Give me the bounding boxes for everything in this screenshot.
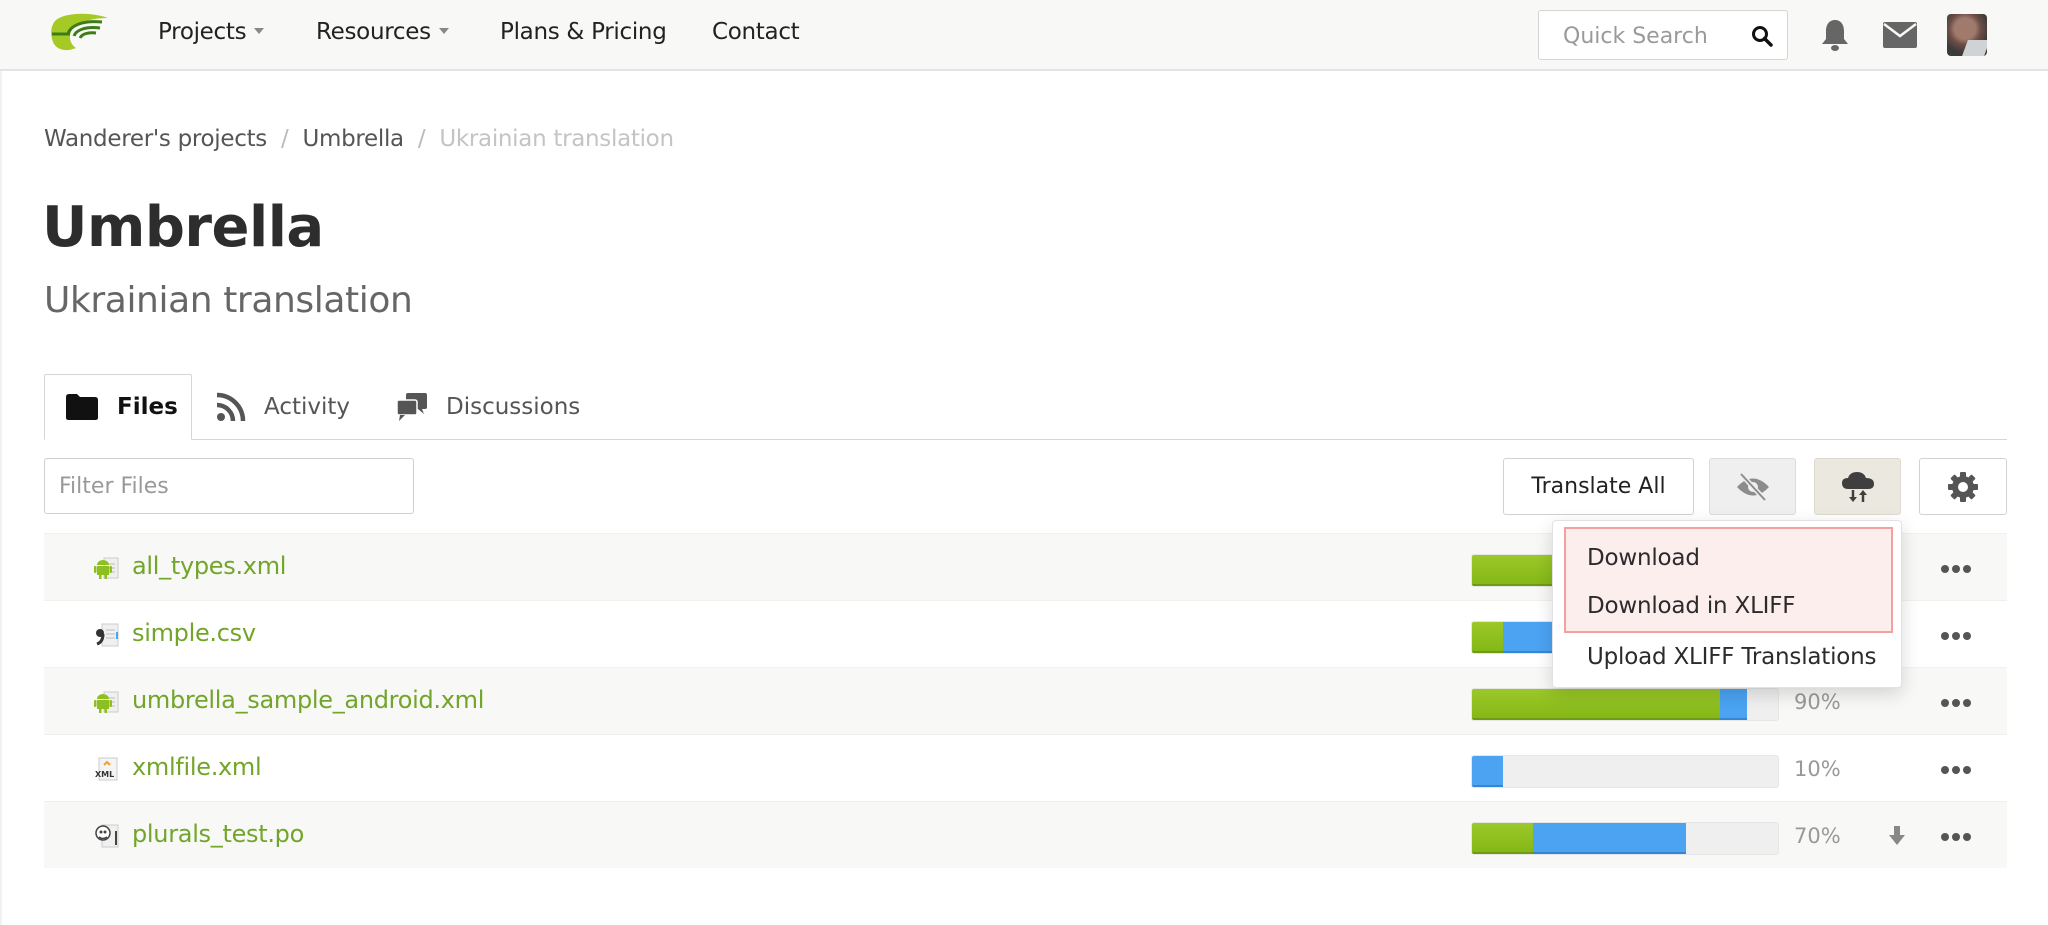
menu-item-download-xliff[interactable]: Download in XLIFF	[1587, 593, 1796, 619]
approved-progress	[1472, 823, 1534, 854]
translation-progress-bar	[1471, 755, 1779, 788]
mail-icon[interactable]	[1883, 22, 1917, 48]
file-row: plurals_test.po 70%	[44, 801, 2007, 868]
file-name-link[interactable]: all_types.xml	[132, 552, 286, 580]
translated-progress	[1533, 823, 1687, 854]
gear-icon	[1948, 471, 1978, 502]
csv-file-icon	[94, 622, 120, 648]
file-row: XML xmlfile.xml 10%	[44, 734, 2007, 801]
breadcrumb: Wanderer's projects / Umbrella / Ukrainian t…	[44, 126, 674, 152]
android-file-icon	[94, 689, 120, 715]
page-title: Umbrella	[42, 195, 324, 260]
page-edge	[0, 71, 2, 925]
progress-percent: 90%	[1794, 690, 1841, 714]
more-options-icon[interactable]	[1941, 632, 1971, 640]
tab-discussions[interactable]: Discussions	[396, 374, 580, 440]
folder-icon	[66, 394, 98, 420]
crowdin-logo[interactable]	[48, 12, 110, 56]
menu-item-download[interactable]: Download	[1587, 545, 1700, 571]
breadcrumb-separator: /	[280, 126, 289, 152]
breadcrumb-separator: /	[417, 126, 426, 152]
translation-progress-bar	[1471, 822, 1779, 855]
nav-contact[interactable]: Contact	[712, 19, 800, 45]
quick-search	[1538, 10, 1788, 60]
page-subtitle: Ukrainian translation	[44, 280, 413, 321]
nav-resources-label: Resources	[316, 19, 431, 45]
cloud-upload-download-icon	[1841, 471, 1874, 502]
translation-progress-bar	[1471, 688, 1779, 721]
nav-projects-label: Projects	[158, 19, 247, 45]
translated-progress	[1719, 689, 1748, 720]
nav-plans-pricing-label: Plans & Pricing	[500, 19, 667, 45]
chat-icon	[396, 393, 427, 421]
nav-resources[interactable]: Resources	[316, 19, 449, 45]
eye-slash-icon	[1736, 471, 1769, 502]
nav-projects[interactable]: Projects	[158, 19, 265, 45]
breadcrumb-current: Ukrainian translation	[439, 126, 674, 152]
hide-button[interactable]	[1709, 458, 1796, 515]
download-dropdown-menu: Download Download in XLIFF Upload XLIFF …	[1552, 520, 1902, 688]
more-options-icon[interactable]	[1941, 699, 1971, 707]
file-name-link[interactable]: umbrella_sample_android.xml	[132, 686, 484, 714]
top-navbar: Projects Resources Plans & Pricing Conta…	[0, 0, 2048, 71]
filter-files	[44, 458, 414, 514]
approved-progress	[1472, 622, 1503, 653]
translate-all-label: Translate All	[1531, 474, 1666, 499]
menu-item-upload-xliff[interactable]: Upload XLIFF Translations	[1587, 644, 1877, 670]
translated-progress	[1472, 756, 1503, 787]
nav-plans-pricing[interactable]: Plans & Pricing	[500, 19, 667, 45]
svg-text:XML: XML	[95, 770, 114, 779]
settings-button[interactable]	[1919, 458, 2007, 515]
tab-discussions-label: Discussions	[446, 394, 581, 420]
xml-file-icon: XML	[94, 756, 120, 782]
breadcrumb-umbrella[interactable]: Umbrella	[302, 126, 404, 152]
file-name-link[interactable]: simple.csv	[132, 619, 256, 647]
more-options-icon[interactable]	[1941, 766, 1971, 774]
user-avatar[interactable]	[1947, 14, 1987, 56]
file-name-link[interactable]: plurals_test.po	[132, 820, 304, 848]
progress-percent: 70%	[1794, 824, 1841, 848]
more-options-icon[interactable]	[1941, 833, 1971, 841]
file-name-link[interactable]: xmlfile.xml	[132, 753, 262, 781]
approved-progress	[1472, 689, 1720, 720]
tab-activity[interactable]: Activity	[216, 374, 350, 440]
caret-down-icon	[438, 27, 449, 34]
progress-percent: 10%	[1794, 757, 1841, 781]
caret-down-icon	[254, 27, 265, 34]
bell-icon[interactable]	[1820, 18, 1850, 52]
rss-icon	[216, 392, 246, 422]
filter-files-input[interactable]	[45, 459, 413, 513]
nav-contact-label: Contact	[712, 19, 800, 45]
gettext-file-icon	[94, 823, 120, 849]
download-upload-button[interactable]	[1814, 458, 1901, 515]
tab-files[interactable]: Files	[44, 374, 192, 440]
more-options-icon[interactable]	[1941, 565, 1971, 573]
search-icon[interactable]	[1751, 25, 1773, 47]
translate-all-button[interactable]: Translate All	[1503, 458, 1694, 515]
download-arrow-icon[interactable]	[1889, 826, 1905, 846]
quick-search-input[interactable]	[1563, 22, 1753, 50]
breadcrumb-projects[interactable]: Wanderer's projects	[44, 126, 267, 152]
tab-files-label: Files	[117, 394, 178, 420]
android-file-icon	[94, 555, 120, 581]
tab-activity-label: Activity	[264, 394, 351, 420]
